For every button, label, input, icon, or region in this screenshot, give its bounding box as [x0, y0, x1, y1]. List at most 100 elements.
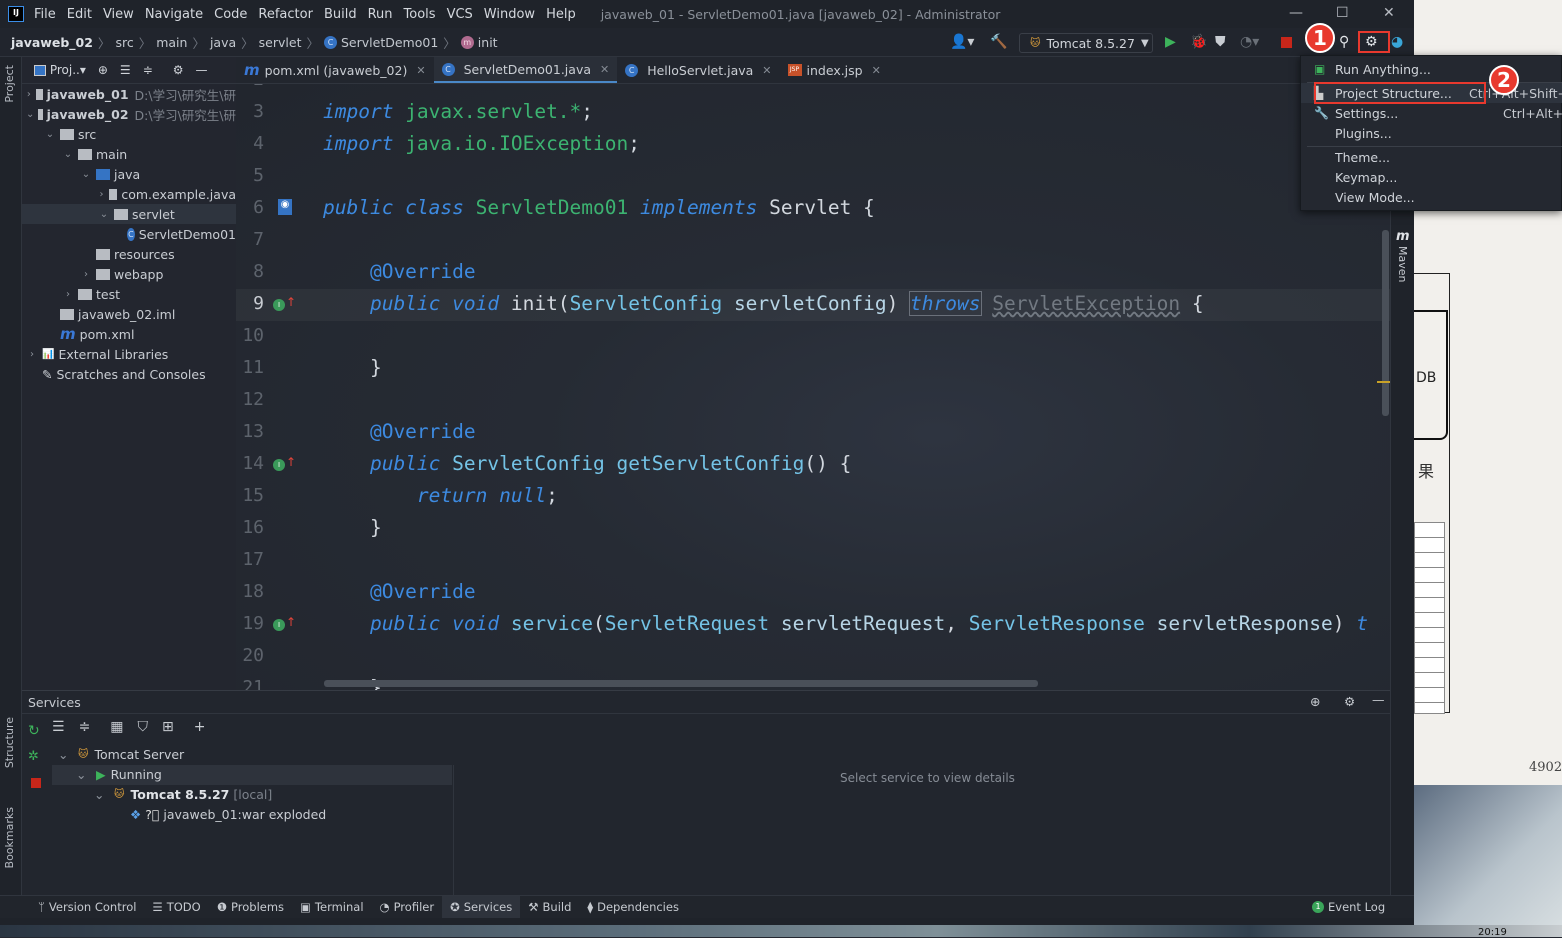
- tree-item[interactable]: ✎ Scratches and Consoles: [22, 364, 236, 384]
- code-line[interactable]: public ServletConfig getServletConfig() …: [323, 452, 851, 475]
- settings-icon[interactable]: ⚙: [1344, 694, 1355, 709]
- run-icon[interactable]: ▶: [1165, 34, 1176, 50]
- menu-refactor[interactable]: Refactor: [258, 7, 313, 22]
- implements-method-icon[interactable]: I: [273, 299, 285, 311]
- tree-item[interactable]: ⌄ javaweb_02 D:\学习\研究生\研: [22, 104, 236, 124]
- close-tab-icon[interactable]: ✕: [872, 64, 881, 77]
- line-number[interactable]: 13: [236, 421, 264, 442]
- line-number[interactable]: 6: [236, 197, 264, 218]
- line-number[interactable]: 8: [236, 261, 264, 282]
- collapse-all-icon[interactable]: ≑: [143, 63, 153, 77]
- project-view-select[interactable]: Proj..▾: [34, 63, 86, 77]
- line-number[interactable]: 19: [236, 613, 264, 634]
- line-number[interactable]: 3: [236, 101, 264, 122]
- debug-icon[interactable]: ✲: [28, 749, 39, 764]
- code-line[interactable]: @Override: [323, 260, 476, 283]
- service-artifact[interactable]: ❖ ?⃝ javaweb_01:war exploded: [130, 804, 326, 824]
- menu-help[interactable]: Help: [546, 7, 576, 22]
- user-icon[interactable]: 👤▾: [950, 34, 974, 50]
- line-number[interactable]: 15: [236, 485, 264, 506]
- menu-navigate[interactable]: Navigate: [145, 7, 203, 22]
- tab-helloservlet[interactable]: C HelloServlet.java ✕: [617, 57, 779, 83]
- stop-icon[interactable]: [31, 778, 41, 788]
- todo-button[interactable]: ☰ TODO: [144, 896, 208, 919]
- build-button[interactable]: ⚒ Build: [520, 896, 579, 919]
- menu-view-mode[interactable]: View Mode...: [1301, 187, 1562, 207]
- tree-item[interactable]: › test: [22, 284, 236, 304]
- expand-arrow-icon[interactable]: ⌄: [80, 169, 92, 180]
- hide-icon[interactable]: —: [1372, 692, 1385, 707]
- expand-arrow-icon[interactable]: ⌄: [26, 109, 34, 120]
- crumb-main[interactable]: main: [156, 35, 187, 50]
- version-control-button[interactable]: ᛘ Version Control: [30, 896, 144, 919]
- menu-vcs[interactable]: VCS: [447, 7, 473, 22]
- code-line[interactable]: return null;: [323, 484, 558, 507]
- collapse-all-icon[interactable]: ≑: [79, 719, 91, 735]
- code-line[interactable]: import javax.servlet.*;: [323, 100, 593, 123]
- line-number[interactable]: 10: [236, 325, 264, 346]
- build-hammer-icon[interactable]: 🔨: [990, 34, 1007, 50]
- rerun-icon[interactable]: ↻: [28, 723, 40, 739]
- tree-item[interactable]: › com.example.java: [22, 184, 236, 204]
- crumb-class[interactable]: ServletDemo01: [341, 35, 438, 50]
- maven-tool-button[interactable]: m Maven: [1396, 229, 1410, 282]
- close-window-button[interactable]: ✕: [1383, 5, 1395, 21]
- implements-method-icon[interactable]: I: [273, 459, 285, 471]
- minimize-button[interactable]: —: [1289, 5, 1303, 21]
- code-line[interactable]: public class ServletDemo01 implements Se…: [323, 196, 875, 219]
- expand-arrow-icon[interactable]: ›: [26, 89, 32, 100]
- terminal-button[interactable]: ▣ Terminal: [292, 896, 371, 919]
- expand-arrow-icon[interactable]: ›: [62, 289, 74, 300]
- event-log-button[interactable]: 1 Event Log: [1304, 896, 1393, 919]
- menu-settings[interactable]: 🔧Settings...Ctrl+Alt+S: [1301, 103, 1562, 123]
- override-arrow-icon[interactable]: ↑: [286, 615, 296, 629]
- code-line[interactable]: public void init(ServletConfig servletCo…: [323, 291, 1204, 316]
- settings-icon[interactable]: ⚙: [173, 63, 184, 77]
- code-editor[interactable]: 2 3 import javax.servlet.*; 4 import java.io…: [236, 84, 1390, 690]
- tree-item[interactable]: javaweb_02.iml: [22, 304, 236, 324]
- coverage-icon[interactable]: ⛊: [1215, 34, 1226, 50]
- menu-tools[interactable]: Tools: [404, 7, 436, 22]
- line-number[interactable]: 17: [236, 549, 264, 570]
- line-number[interactable]: 5: [236, 165, 264, 186]
- line-number[interactable]: 14: [236, 453, 264, 474]
- new-tab-icon[interactable]: ⊞: [162, 719, 174, 735]
- line-number[interactable]: 4: [236, 133, 264, 154]
- code-line[interactable]: @Override: [323, 420, 476, 443]
- tab-pom-xml[interactable]: m pom.xml (javaweb_02) ✕: [236, 57, 434, 83]
- run-config-select[interactable]: 🐱 Tomcat 8.5.27 ▼: [1019, 33, 1153, 53]
- globe-icon[interactable]: ⊕: [1310, 694, 1320, 709]
- menu-run[interactable]: Run: [368, 7, 393, 22]
- code-line[interactable]: }: [323, 356, 382, 379]
- expand-arrow-icon[interactable]: ›: [80, 269, 92, 280]
- menu-code[interactable]: Code: [214, 7, 247, 22]
- menu-theme[interactable]: Theme...: [1301, 147, 1562, 167]
- override-arrow-icon[interactable]: ↑: [286, 455, 296, 469]
- menu-plugins[interactable]: Plugins...: [1301, 123, 1562, 143]
- expand-arrow-icon[interactable]: ›: [98, 189, 105, 200]
- project-tool-button[interactable]: Project: [3, 65, 16, 103]
- editor-horizontal-scrollbar[interactable]: [324, 680, 1038, 687]
- dependencies-button[interactable]: ⧫ Dependencies: [579, 896, 687, 919]
- menu-edit[interactable]: Edit: [67, 7, 92, 22]
- expand-arrow-icon[interactable]: ›: [26, 349, 38, 360]
- structure-tool-button[interactable]: Structure: [3, 717, 16, 768]
- tab-index-jsp[interactable]: JSP index.jsp ✕: [780, 57, 889, 83]
- search-icon[interactable]: ⚲: [1339, 34, 1349, 50]
- line-number[interactable]: 21: [236, 677, 264, 690]
- crumb-servlet[interactable]: servlet: [259, 35, 302, 50]
- close-tab-icon[interactable]: ✕: [762, 64, 771, 77]
- line-number[interactable]: 18: [236, 581, 264, 602]
- line-number[interactable]: 9: [236, 293, 264, 314]
- bookmarks-tool-button[interactable]: Bookmarks: [3, 807, 16, 868]
- crumb-src[interactable]: src: [115, 35, 133, 50]
- menu-window[interactable]: Window: [484, 7, 535, 22]
- tree-item[interactable]: C ServletDemo01: [22, 224, 236, 244]
- warning-marker[interactable]: [1377, 381, 1390, 383]
- service-tomcat-server[interactable]: ⌄ 🐱 Tomcat Server: [58, 744, 184, 764]
- line-number[interactable]: 11: [236, 357, 264, 378]
- tree-item[interactable]: › webapp: [22, 264, 236, 284]
- filter-icon[interactable]: ⛉: [138, 719, 149, 735]
- editor-vertical-scrollbar[interactable]: [1382, 230, 1389, 416]
- menu-build[interactable]: Build: [324, 7, 357, 22]
